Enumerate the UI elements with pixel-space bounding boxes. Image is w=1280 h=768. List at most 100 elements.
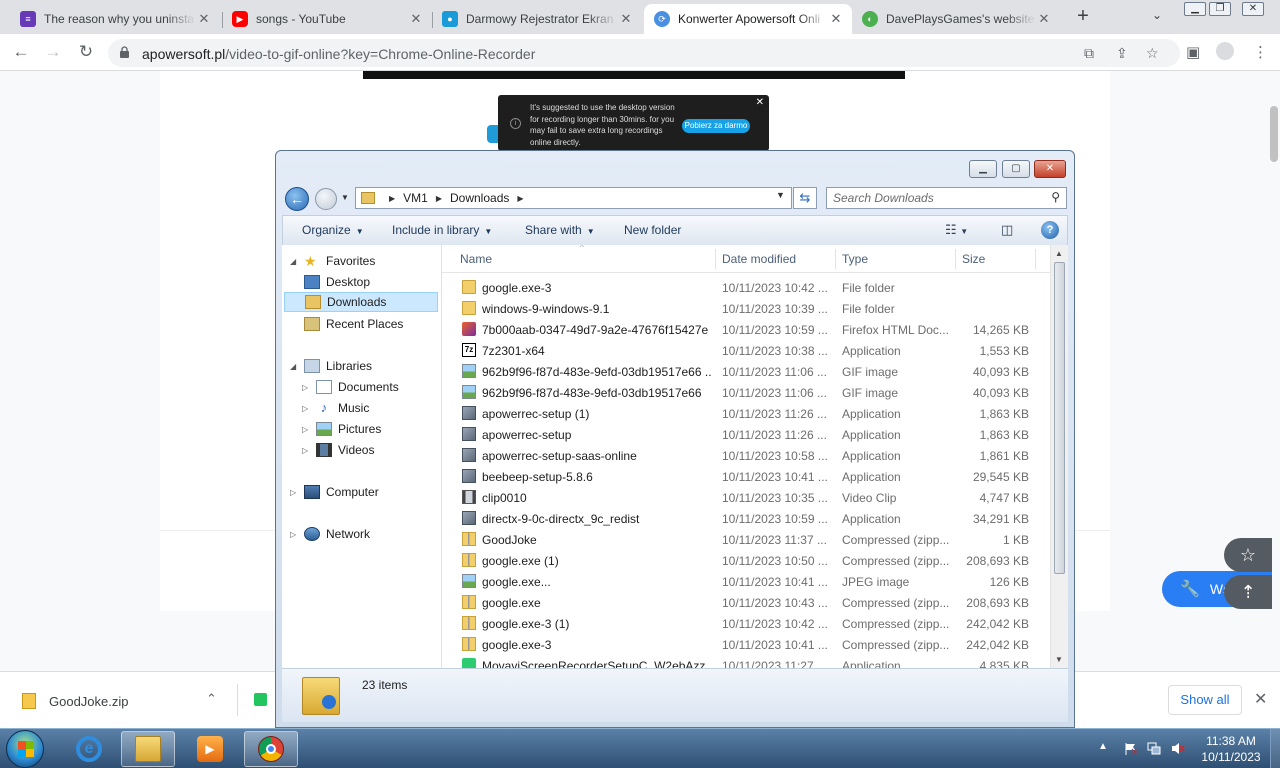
- file-row[interactable]: google.exe-3 10/11/2023 10:42 ... File fol…: [442, 277, 1050, 298]
- file-row[interactable]: apowerrec-setup 10/11/2023 11:26 ... Appli…: [442, 424, 1050, 445]
- column-name[interactable]: Name: [460, 252, 492, 266]
- rocket-button[interactable]: ⇡: [1224, 575, 1272, 609]
- view-options-icon[interactable]: ☷ ▼: [945, 222, 968, 238]
- file-row[interactable]: GoodJoke 10/11/2023 11:37 ... Compressed (…: [442, 529, 1050, 550]
- column-type[interactable]: Type: [842, 252, 868, 266]
- close-button[interactable]: ✕: [1034, 160, 1066, 178]
- close-icon[interactable]: ✕: [756, 97, 764, 109]
- nav-desktop[interactable]: Desktop: [304, 272, 370, 292]
- scroll-up-icon[interactable]: ▲: [1055, 249, 1063, 258]
- address-bar[interactable]: apowersoft.pl/video-to-gif-online?key=Ch…: [108, 39, 1180, 67]
- file-row[interactable]: google.exe... 10/11/2023 10:41 ... JPEG im…: [442, 571, 1050, 592]
- column-size[interactable]: Size: [962, 252, 985, 266]
- close-icon[interactable]: ✕: [196, 11, 212, 27]
- nav-network[interactable]: ▷ Network: [290, 524, 370, 544]
- scroll-down-icon[interactable]: ▼: [1055, 655, 1063, 664]
- start-button[interactable]: [6, 730, 44, 768]
- file-row[interactable]: windows-9-windows-9.1 10/11/2023 10:39 ..…: [442, 298, 1050, 319]
- file-row[interactable]: clip0010 10/11/2023 10:35 ... Video Clip 4,…: [442, 487, 1050, 508]
- download-item-icon[interactable]: [254, 693, 267, 706]
- close-icon[interactable]: ✕: [1036, 11, 1052, 27]
- tab-forms[interactable]: ≡ The reason why you uninsta ✕: [10, 4, 220, 34]
- maximize-button[interactable]: ▢: [1002, 160, 1030, 178]
- file-row[interactable]: apowerrec-setup (1) 10/11/2023 11:26 ... A…: [442, 403, 1050, 424]
- breadcrumb-item[interactable]: VM1: [403, 191, 428, 205]
- nav-libraries[interactable]: ◢ Libraries: [290, 356, 372, 376]
- tab-daveplaysgames[interactable]: ◐ DavePlaysGames's website ✕: [852, 4, 1060, 34]
- breadcrumb[interactable]: ▶ VM1 ▶ Downloads ▶: [355, 187, 792, 209]
- reload-icon[interactable]: ↻: [76, 42, 96, 62]
- file-row[interactable]: apowerrec-setup-saas-online 10/11/2023 10…: [442, 445, 1050, 466]
- forward-arrow-icon[interactable]: →: [43, 42, 63, 62]
- file-row[interactable]: 7z 7z2301-x64 10/11/2023 10:38 ... Applicat…: [442, 340, 1050, 361]
- nav-computer[interactable]: ▷ Computer: [290, 482, 379, 502]
- organize-menu[interactable]: Organize ▼: [302, 223, 364, 237]
- new-folder-button[interactable]: New folder: [624, 223, 681, 237]
- taskbar-chrome[interactable]: [244, 731, 298, 767]
- close-icon[interactable]: ✕: [1254, 689, 1267, 709]
- nav-favorites[interactable]: ◢ ★ Favorites: [290, 251, 375, 271]
- close-window-button[interactable]: ✕: [1242, 2, 1264, 16]
- taskbar-explorer[interactable]: [121, 731, 175, 767]
- file-list-scrollbar[interactable]: ▲ ▼: [1050, 245, 1068, 668]
- taskbar-internet-explorer[interactable]: e: [62, 731, 116, 767]
- favorite-star-button[interactable]: ☆: [1224, 538, 1272, 572]
- file-row[interactable]: 962b9f96-f87d-483e-9efd-03db19517e66 ...…: [442, 361, 1050, 382]
- new-tab-button[interactable]: +: [1072, 6, 1094, 28]
- search-input[interactable]: Search Downloads ⚲: [826, 187, 1067, 209]
- scrollbar-thumb[interactable]: [1054, 262, 1065, 574]
- explorer-title-bar[interactable]: ▁ ▢ ✕: [276, 151, 1074, 185]
- help-icon[interactable]: ?: [1041, 221, 1059, 239]
- close-icon[interactable]: ✕: [618, 11, 634, 27]
- system-clock[interactable]: 11:38 AM 10/11/2023: [1196, 733, 1266, 765]
- file-row[interactable]: google.exe-3 (1) 10/11/2023 10:42 ... Comp…: [442, 613, 1050, 634]
- nav-music[interactable]: ▷ ♪ Music: [302, 398, 369, 418]
- tab-youtube[interactable]: ▶ songs - YouTube ✕: [222, 4, 432, 34]
- file-row[interactable]: beebeep-setup-5.8.6 10/11/2023 10:41 ... A…: [442, 466, 1050, 487]
- download-free-button[interactable]: Pobierz za darmo: [682, 119, 750, 133]
- show-desktop-button[interactable]: [1270, 729, 1280, 768]
- show-all-button[interactable]: Show all: [1168, 685, 1242, 715]
- tab-converter[interactable]: ⟳ Konwerter Apowersoft Onli ✕: [644, 4, 852, 34]
- tray-overflow-icon[interactable]: ▲: [1098, 741, 1108, 752]
- refresh-icon[interactable]: ⇆: [793, 187, 817, 209]
- nav-documents[interactable]: ▷ Documents: [302, 377, 399, 397]
- bookmark-star-icon[interactable]: ☆: [1146, 45, 1159, 62]
- file-row[interactable]: 7b000aab-0347-49d7-9a2e-47676f15427e 10/1…: [442, 319, 1050, 340]
- close-icon[interactable]: ✕: [828, 11, 844, 27]
- column-date-modified[interactable]: Date modified: [722, 252, 796, 266]
- nav-videos[interactable]: ▷ Videos: [302, 440, 374, 460]
- file-row[interactable]: MovaviScreenRecorderSetupC_W2ebAzz... 10/…: [442, 655, 1050, 668]
- share-with-menu[interactable]: Share with ▼: [525, 223, 595, 237]
- include-in-library-menu[interactable]: Include in library ▼: [392, 223, 492, 237]
- nav-downloads[interactable]: Downloads: [284, 292, 438, 312]
- back-arrow-icon[interactable]: ←: [285, 187, 309, 211]
- tab-search-chevron-icon[interactable]: ⌄: [1152, 8, 1162, 22]
- file-row[interactable]: directx-9-0c-directx_9c_redist 10/11/2023…: [442, 508, 1050, 529]
- chevron-up-icon[interactable]: ⌃: [206, 691, 217, 707]
- close-icon[interactable]: ✕: [408, 11, 424, 27]
- download-filename[interactable]: GoodJoke.zip: [49, 694, 129, 709]
- file-row[interactable]: google.exe (1) 10/11/2023 10:50 ... Compre…: [442, 550, 1050, 571]
- profile-avatar-icon[interactable]: [1216, 42, 1234, 60]
- minimize-button[interactable]: ▁: [1184, 2, 1206, 16]
- file-row[interactable]: google.exe 10/11/2023 10:43 ... Compressed…: [442, 592, 1050, 613]
- volume-muted-icon[interactable]: [1171, 742, 1185, 755]
- address-dropdown-icon[interactable]: ▼: [776, 190, 785, 200]
- history-dropdown-icon[interactable]: ▼: [341, 193, 349, 202]
- translate-icon[interactable]: ⧉: [1084, 45, 1094, 62]
- breadcrumb-item[interactable]: Downloads: [450, 191, 509, 205]
- forward-arrow-icon[interactable]: [315, 188, 337, 210]
- side-panel-icon[interactable]: ▣: [1186, 43, 1200, 61]
- share-icon[interactable]: ⇪: [1116, 45, 1128, 62]
- restore-button[interactable]: ❐: [1209, 2, 1231, 16]
- action-center-flag-icon[interactable]: [1124, 742, 1138, 755]
- taskbar-media-player[interactable]: ▶: [183, 731, 237, 767]
- preview-pane-icon[interactable]: ◫: [1001, 222, 1013, 238]
- file-row[interactable]: 962b9f96-f87d-483e-9efd-03db19517e66 10/1…: [442, 382, 1050, 403]
- minimize-button[interactable]: ▁: [969, 160, 997, 178]
- nav-pictures[interactable]: ▷ Pictures: [302, 419, 381, 439]
- file-row[interactable]: google.exe-3 10/11/2023 10:41 ... Compress…: [442, 634, 1050, 655]
- network-status-icon[interactable]: [1147, 742, 1161, 755]
- page-scrollbar[interactable]: [1270, 106, 1278, 162]
